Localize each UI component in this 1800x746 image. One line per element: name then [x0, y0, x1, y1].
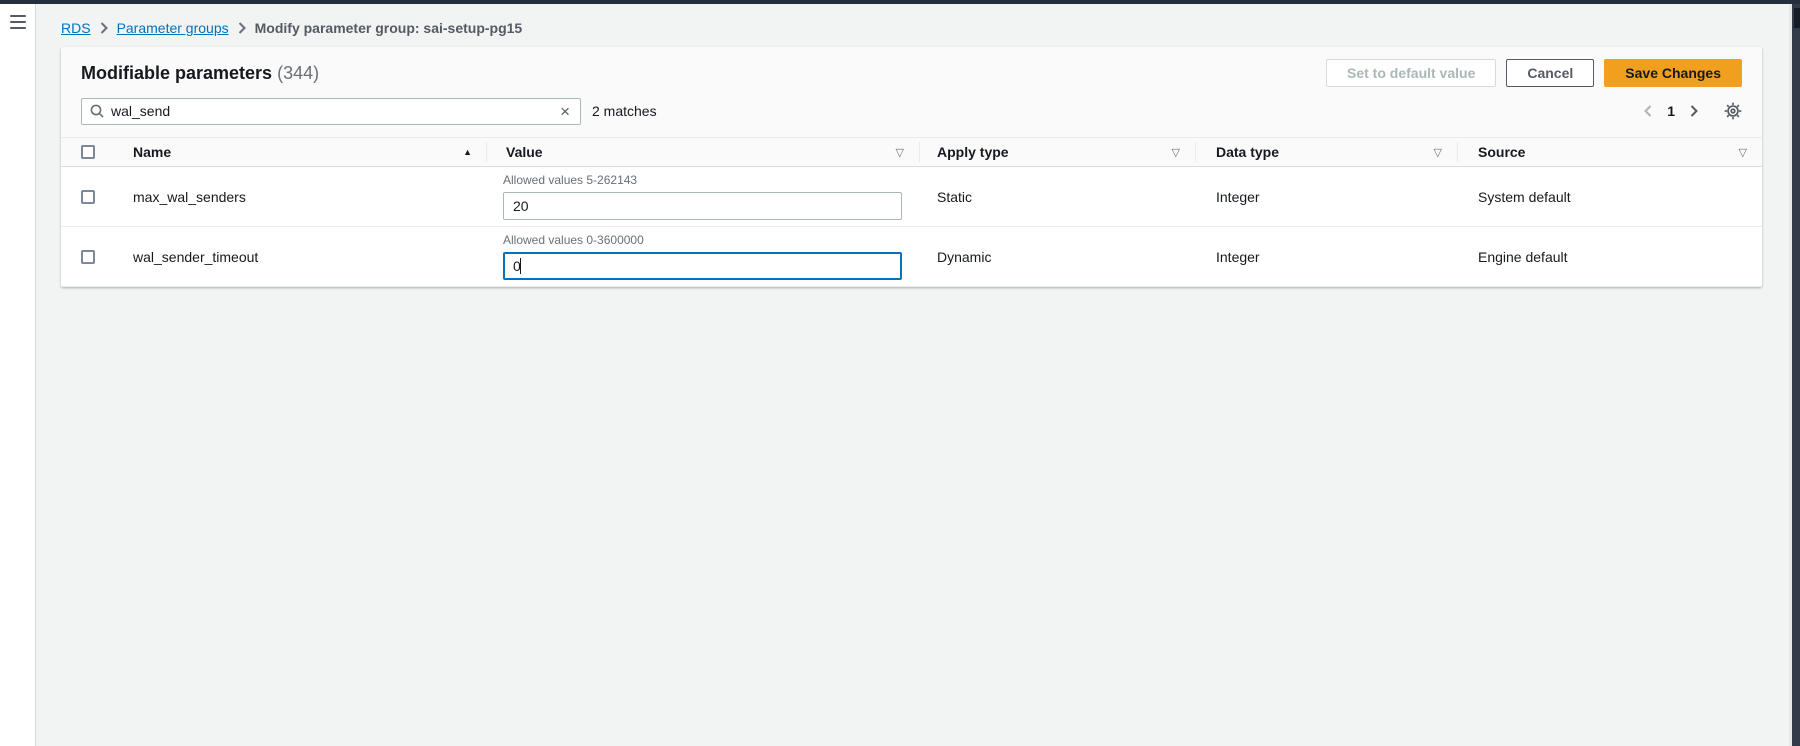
apply-type-value: Dynamic: [919, 249, 1195, 265]
table-row: max_wal_senders Allowed values 5-262143 …: [61, 167, 1762, 227]
sort-ascending-icon[interactable]: ▲: [463, 147, 486, 157]
chevron-right-icon: [100, 22, 108, 34]
modifiable-parameters-card: Modifiable parameters (344) Set to defau…: [61, 47, 1762, 287]
vertical-scrollbar[interactable]: [1789, 4, 1800, 746]
column-header-value[interactable]: Value ▽: [486, 138, 919, 166]
allowed-values-hint: Allowed values 5-262143: [503, 173, 902, 187]
current-page-number[interactable]: 1: [1660, 103, 1682, 119]
top-nav-bar-edge: [0, 0, 1800, 4]
previous-page-icon[interactable]: [1636, 105, 1660, 117]
parameter-name: max_wal_senders: [113, 189, 486, 205]
parameter-search-box[interactable]: ×: [81, 98, 581, 125]
table-row: wal_sender_timeout Allowed values 0-3600…: [61, 227, 1762, 287]
next-page-icon[interactable]: [1682, 105, 1706, 117]
chevron-right-icon: [238, 22, 246, 34]
apply-type-value: Static: [919, 189, 1195, 205]
save-changes-button[interactable]: Save Changes: [1604, 59, 1742, 87]
source-value: Engine default: [1457, 249, 1762, 265]
filter-icon[interactable]: ▽: [1739, 146, 1762, 159]
search-icon: [90, 104, 104, 118]
row-checkbox[interactable]: [81, 250, 95, 264]
pagination: 1: [1636, 102, 1742, 120]
select-all-cell: [61, 138, 113, 166]
filter-icon[interactable]: ▽: [1434, 146, 1457, 159]
data-type-value: Integer: [1195, 249, 1457, 265]
filter-icon[interactable]: ▽: [1172, 146, 1195, 159]
text-cursor: [520, 258, 521, 274]
settings-gear-icon[interactable]: [1724, 102, 1742, 120]
page-title: Modifiable parameters (344): [81, 63, 319, 84]
parameter-name: wal_sender_timeout: [113, 249, 486, 265]
source-value: System default: [1457, 189, 1762, 205]
row-checkbox[interactable]: [81, 190, 95, 204]
data-type-value: Integer: [1195, 189, 1457, 205]
match-count-text: 2 matches: [592, 103, 657, 119]
column-header-name[interactable]: Name ▲: [113, 138, 486, 166]
filter-icon[interactable]: ▽: [896, 146, 919, 159]
allowed-values-hint: Allowed values 0-3600000: [503, 233, 902, 247]
collapsed-sidebar: [0, 4, 36, 746]
select-all-checkbox[interactable]: [81, 145, 95, 159]
search-input[interactable]: [111, 103, 558, 119]
table-header-row: Name ▲ Value ▽ Apply type ▽ Data type ▽ …: [61, 138, 1762, 167]
parameter-value-input[interactable]: [503, 252, 902, 280]
card-header: Modifiable parameters (344) Set to defau…: [61, 47, 1762, 138]
set-to-default-button[interactable]: Set to default value: [1326, 59, 1496, 87]
parameter-value-input[interactable]: [503, 192, 902, 220]
parameter-count: (344): [277, 63, 319, 83]
clear-search-icon[interactable]: ×: [558, 103, 572, 120]
main-content: RDS Parameter groups Modify parameter gr…: [37, 4, 1786, 746]
column-header-apply-type[interactable]: Apply type ▽: [919, 138, 1195, 166]
breadcrumb: RDS Parameter groups Modify parameter gr…: [37, 4, 1786, 36]
column-header-data-type[interactable]: Data type ▽: [1195, 138, 1457, 166]
scrollbar-thumb[interactable]: [1794, 8, 1800, 28]
breadcrumb-rds-link[interactable]: RDS: [61, 20, 91, 36]
column-header-source[interactable]: Source ▽: [1457, 138, 1762, 166]
menu-hamburger-icon[interactable]: [10, 15, 26, 29]
breadcrumb-current-page: Modify parameter group: sai-setup-pg15: [255, 20, 523, 36]
breadcrumb-parameter-groups-link[interactable]: Parameter groups: [117, 20, 229, 36]
cancel-button[interactable]: Cancel: [1506, 59, 1594, 87]
